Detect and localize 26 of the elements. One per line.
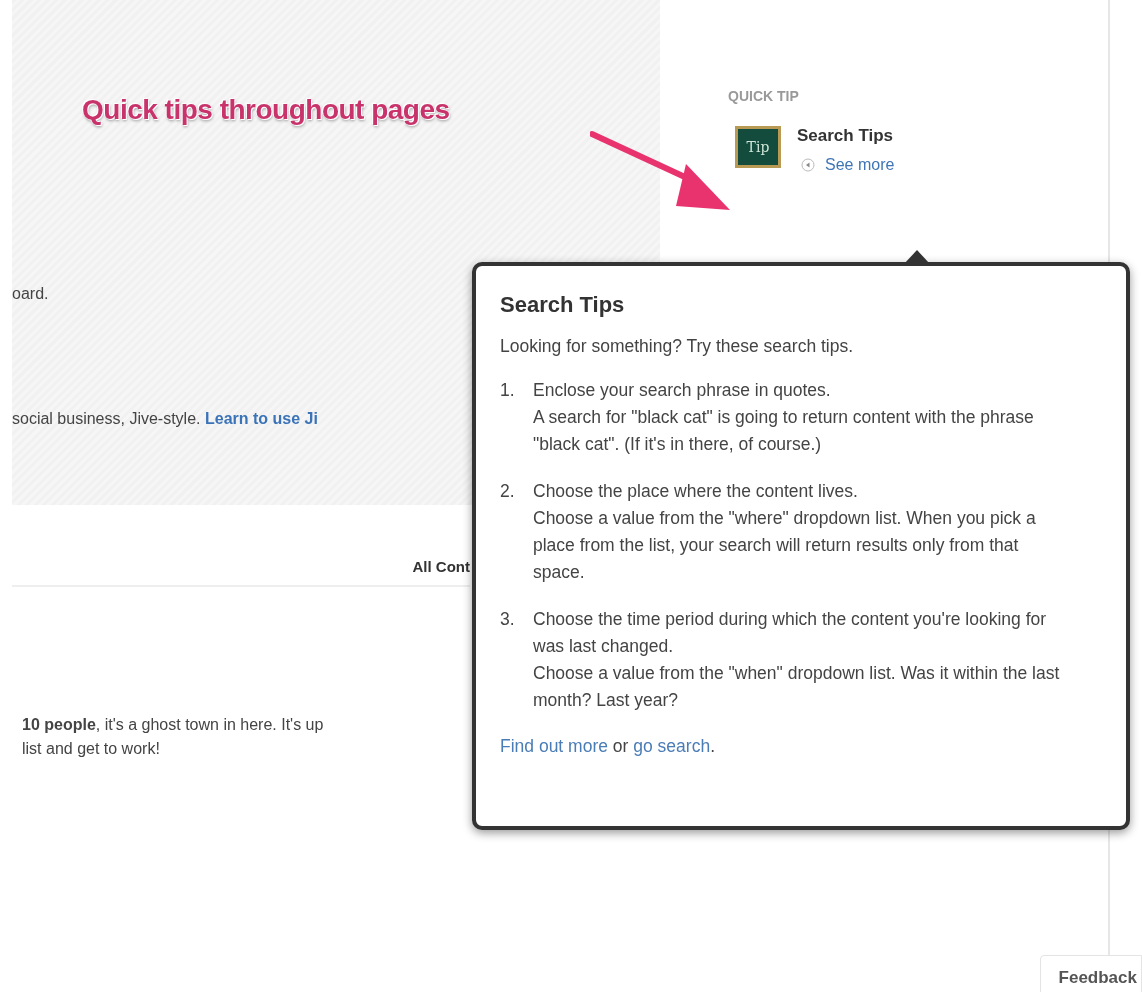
popover-title: Search Tips [500,292,626,318]
popover-footer-text: Find out more or go search. [500,736,716,757]
empty-message: list and get to work! [22,739,160,759]
empty-message: 10 people, it's a ghost town in here. It's up [22,715,324,735]
tip-heading: Choose the place where the content lives. [533,480,859,503]
go-search-link[interactable]: go search [633,736,711,756]
tip-heading: Enclose your search phrase in quotes. [533,379,832,402]
banner-text: social business, Jive-style. [12,410,201,427]
content-tab[interactable]: All Cont [412,558,470,575]
learn-link[interactable]: Learn to use Ji [204,410,318,427]
find-out-more-link[interactable]: Find out more [500,736,608,756]
quick-tip-heading: QUICK TIP [728,88,800,104]
tip-detail: Choose a value from the "where" dropdown list. When you pick a place from the list, your search will return results only from that space. [533,507,1037,584]
feedback-tab[interactable]: Feedback [1039,955,1142,992]
annotation-label: Quick tips throughout pages [82,94,450,126]
chalkboard-icon: Tip [735,126,781,168]
popover-intro: Looking for something? Try these search tips. [500,336,855,357]
banner-text: oard. [12,285,49,303]
quick-tip-title: Search Tips [797,126,895,146]
tip-heading: Choose the time period during which the content you're looking for was last changed. [533,608,1048,658]
tip-number: 3. [500,608,516,631]
tip-detail: Choose a value from the "when" dropdown list. Was it within the last month? Last year? [533,662,1061,712]
tip-number: 2. [500,480,516,503]
tip-detail: A search for "black cat" is going to return content with the phrase "black cat". (If it's in there, of course.) [533,406,1035,456]
see-more-link[interactable]: See more [825,156,895,174]
tip-number: 1. [500,379,516,402]
